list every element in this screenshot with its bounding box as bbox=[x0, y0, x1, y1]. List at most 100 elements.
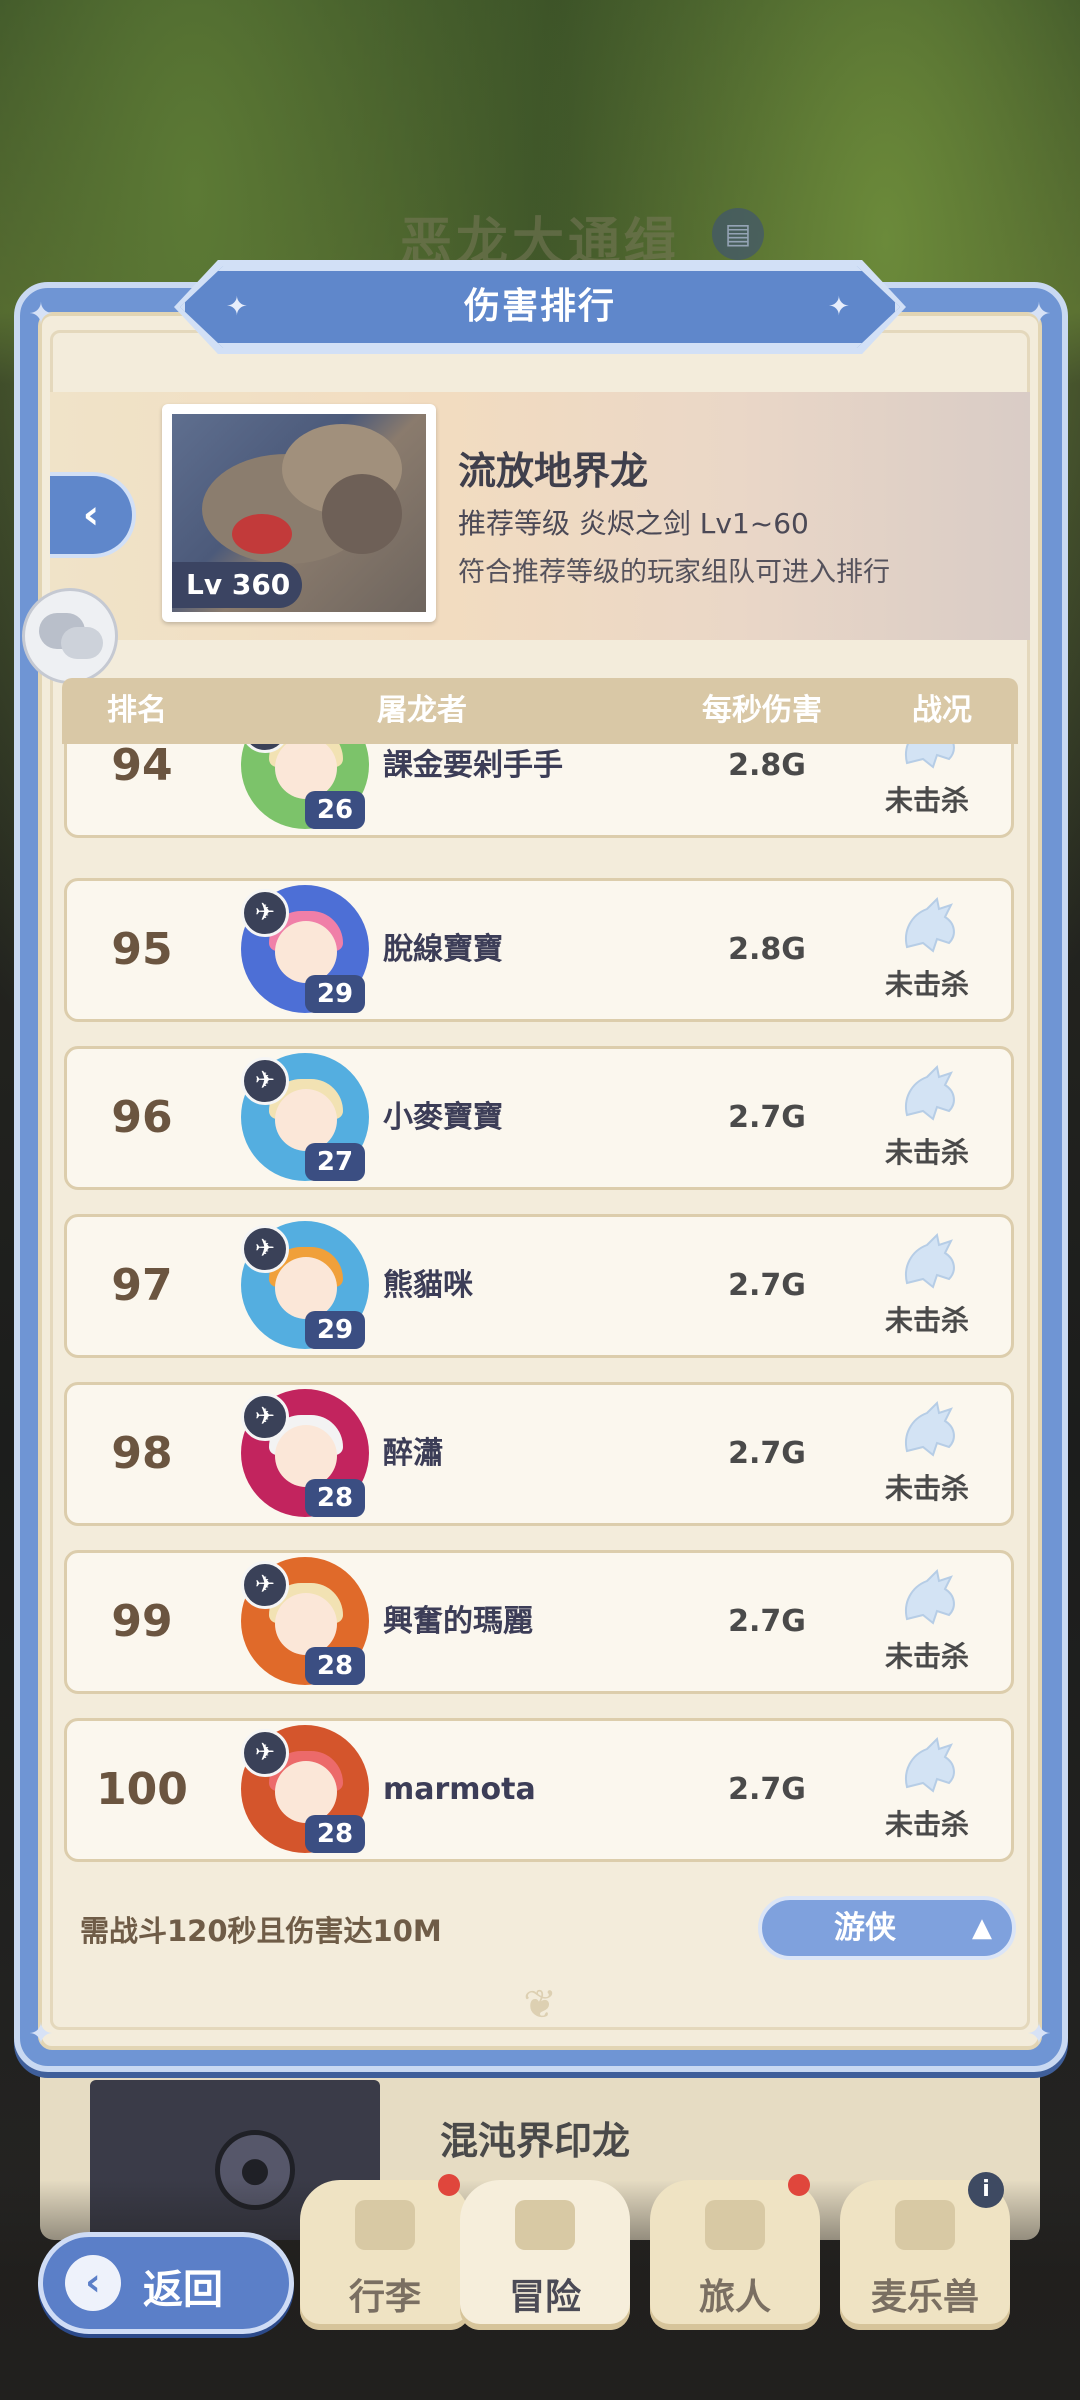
kill-status: 未击杀 bbox=[884, 784, 969, 817]
rank-number: 99 bbox=[111, 1596, 173, 1647]
ranking-row[interactable]: 98 ✈ 28 醉瀟 2.7G 未击杀 bbox=[64, 1382, 1014, 1526]
nav-tab-travelers[interactable]: 旅人 bbox=[650, 2174, 820, 2330]
player-avatar[interactable]: ✈ 27 bbox=[235, 1053, 375, 1185]
damage-per-second: 2.7G bbox=[728, 1436, 806, 1471]
header-status: 战况 bbox=[912, 693, 972, 728]
kill-status: 未击杀 bbox=[884, 1640, 969, 1673]
ranger-class-icon: ✈ bbox=[241, 1729, 289, 1777]
avatar-face bbox=[275, 921, 337, 983]
header-rank: 排名 bbox=[107, 693, 167, 728]
ranking-row[interactable]: 94 ✈ 26 課金要剁手手 2.8G 未击杀 bbox=[64, 744, 1014, 838]
corner-star-icon: ✦ bbox=[28, 2017, 54, 2052]
nav-tab-adventure[interactable]: 冒险 bbox=[460, 2180, 630, 2330]
collapse-side-button[interactable]: ‹ bbox=[50, 472, 136, 558]
modal-title: 伤害排行 bbox=[463, 286, 616, 327]
avatar-face bbox=[275, 1593, 337, 1655]
player-level: 28 bbox=[305, 1479, 365, 1517]
ranking-table-header: 排名 屠龙者 每秒伤害 战况 bbox=[62, 678, 1018, 744]
damage-per-second: 2.7G bbox=[728, 1604, 806, 1639]
ranking-requirement: 需战斗120秒且伤害达10M bbox=[80, 1914, 442, 1948]
nav-tab-luggage[interactable]: 行李 bbox=[300, 2174, 470, 2330]
player-name: 熊貓咪 bbox=[383, 1268, 473, 1303]
player-avatar[interactable]: ✈ 26 bbox=[235, 744, 375, 833]
ranking-eligibility-note: 符合推荐等级的玩家组队可进入排行 bbox=[458, 557, 890, 588]
avatar-face bbox=[275, 1257, 337, 1319]
player-name: 醉瀟 bbox=[383, 1436, 443, 1471]
player-level: 26 bbox=[305, 791, 365, 829]
sparkle-icon: ✦ bbox=[226, 292, 248, 322]
player-avatar[interactable]: ✈ 28 bbox=[235, 1725, 375, 1857]
player-avatar[interactable]: ✈ 28 bbox=[235, 1389, 375, 1521]
player-level: 27 bbox=[305, 1143, 365, 1181]
kill-status: 未击杀 bbox=[884, 1808, 969, 1841]
damage-per-second: 2.8G bbox=[728, 748, 806, 783]
rank-number: 94 bbox=[111, 744, 173, 791]
player-level: 28 bbox=[305, 1647, 365, 1685]
kill-status: 未击杀 bbox=[884, 1304, 969, 1337]
corner-star-icon: ✦ bbox=[1026, 2017, 1052, 2052]
boss-recommended-level: 推荐等级 炎烬之剑 Lv1~60 bbox=[458, 507, 809, 540]
boss-level-badge: Lv 360 bbox=[172, 562, 302, 608]
dragon-head-icon bbox=[905, 744, 955, 769]
traveler-icon bbox=[705, 2200, 765, 2250]
nav-tab-label: 行李 bbox=[348, 2277, 421, 2318]
background-boss-card-title: 混沌界印龙 bbox=[440, 2119, 631, 2163]
player-level: 28 bbox=[305, 1815, 365, 1853]
dragon-head-icon bbox=[905, 1232, 955, 1289]
avatar-face bbox=[275, 1761, 337, 1823]
rank-number: 100 bbox=[96, 1764, 188, 1815]
ranking-row[interactable]: 99 ✈ 28 興奮的瑪麗 2.7G 未击杀 bbox=[64, 1550, 1014, 1694]
nav-tab-label: 冒险 bbox=[508, 2277, 581, 2318]
player-avatar[interactable]: ✈ 28 bbox=[235, 1557, 375, 1689]
header-dps: 每秒伤害 bbox=[702, 693, 822, 728]
notification-dot bbox=[788, 2174, 810, 2196]
damage-per-second: 2.8G bbox=[728, 932, 806, 967]
chat-button[interactable] bbox=[22, 588, 118, 684]
class-filter-dropdown[interactable]: 游侠 ▲ bbox=[758, 1896, 1016, 1960]
rank-number: 98 bbox=[111, 1428, 173, 1479]
player-level: 29 bbox=[305, 1311, 365, 1349]
ranking-row[interactable]: 97 ✈ 29 熊貓咪 2.7G 未击杀 bbox=[64, 1214, 1014, 1358]
player-name: 課金要剁手手 bbox=[383, 748, 563, 783]
player-name: 興奮的瑪麗 bbox=[383, 1604, 533, 1639]
chat-bubble-icon bbox=[61, 627, 103, 659]
kill-status: 未击杀 bbox=[884, 1136, 969, 1169]
chevron-left-icon: ‹ bbox=[65, 2255, 121, 2311]
ranking-list[interactable]: 94 ✈ 26 課金要剁手手 2.8G 未击杀 95 ✈ 29 脫線寶寶 2.8… bbox=[62, 744, 1018, 1868]
ranking-row[interactable]: 95 ✈ 29 脫線寶寶 2.8G 未击杀 bbox=[64, 878, 1014, 1022]
decorative-ornament: ❦ bbox=[523, 1982, 557, 2028]
pet-icon bbox=[895, 2200, 955, 2250]
dragon-head-icon bbox=[905, 1736, 955, 1793]
nav-tab-pets[interactable]: i 麦乐兽 bbox=[840, 2172, 1010, 2330]
player-avatar[interactable]: ✈ 29 bbox=[235, 1221, 375, 1353]
dragon-head-icon bbox=[905, 896, 955, 953]
player-avatar[interactable]: ✈ 29 bbox=[235, 885, 375, 1017]
ranking-row[interactable]: 100 ✈ 28 marmota 2.7G 未击杀 bbox=[64, 1718, 1014, 1862]
ranking-row[interactable]: 96 ✈ 27 小麥寶寶 2.7G 未击杀 bbox=[64, 1046, 1014, 1190]
back-button[interactable]: ‹ 返回 bbox=[38, 2232, 294, 2334]
crossed-swords-icon bbox=[515, 2200, 575, 2250]
player-name: 小麥寶寶 bbox=[383, 1100, 503, 1135]
ranger-class-icon: ✈ bbox=[241, 1561, 289, 1609]
player-name: 脫線寶寶 bbox=[383, 932, 503, 967]
triangle-up-icon: ▲ bbox=[972, 1913, 992, 1943]
nav-tab-label: 旅人 bbox=[698, 2277, 771, 2318]
rank-number: 97 bbox=[111, 1260, 173, 1311]
avatar-face bbox=[275, 1425, 337, 1487]
damage-per-second: 2.7G bbox=[728, 1100, 806, 1135]
player-level: 29 bbox=[305, 975, 365, 1013]
damage-per-second: 2.7G bbox=[728, 1772, 806, 1807]
rank-number: 95 bbox=[111, 924, 173, 975]
dragon-head-icon bbox=[905, 1400, 955, 1457]
corner-star-icon: ✦ bbox=[1026, 297, 1052, 332]
boss-name: 流放地界龙 bbox=[458, 449, 649, 493]
header-slayer: 屠龙者 bbox=[377, 693, 467, 728]
rank-number: 96 bbox=[111, 1092, 173, 1143]
back-button-label: 返回 bbox=[143, 2267, 223, 2313]
nav-tab-label: 麦乐兽 bbox=[870, 2277, 979, 2318]
info-icon[interactable]: i bbox=[968, 2172, 1004, 2208]
dragon-head-icon bbox=[905, 1064, 955, 1121]
ranger-class-icon: ✈ bbox=[241, 1057, 289, 1105]
kill-status: 未击杀 bbox=[884, 968, 969, 1001]
luggage-icon bbox=[355, 2200, 415, 2250]
